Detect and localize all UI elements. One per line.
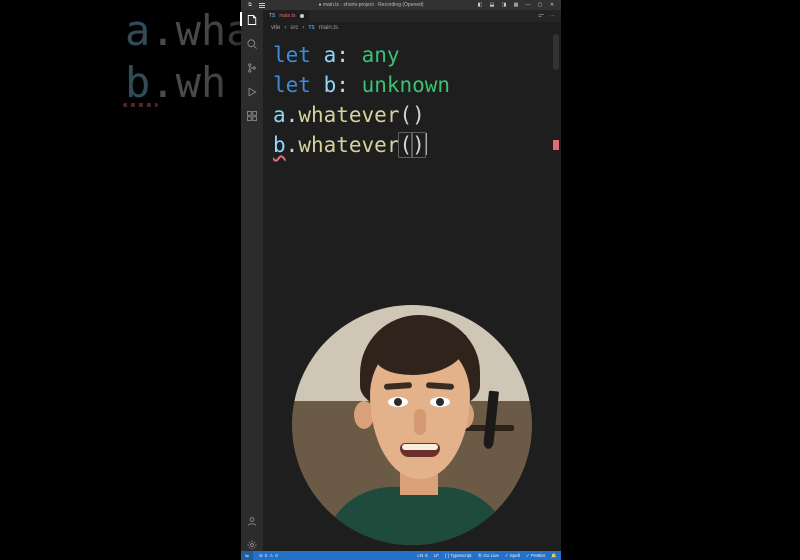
overview-ruler[interactable]	[553, 34, 559, 551]
maximize-icon[interactable]: ▢	[537, 2, 543, 8]
settings-gear-icon[interactable]	[246, 539, 258, 551]
vscode-logo-icon: ⧉	[247, 2, 253, 8]
status-problems[interactable]: ⊘0 ⚠0	[259, 553, 278, 559]
minimize-icon[interactable]: —	[525, 2, 531, 8]
status-prettier[interactable]: ✓ Prettier	[526, 553, 546, 559]
tab-filename: main.ts	[279, 13, 295, 19]
run-debug-icon[interactable]	[246, 86, 258, 98]
explorer-icon[interactable]	[246, 14, 258, 26]
window-title: ● main.ts · shorts-project · Recording (…	[273, 2, 469, 8]
status-line[interactable]: LN 8	[417, 553, 427, 559]
status-bar: ⇋ ⊘0 ⚠0 LN 8 LF { } TypeScript ⦿ Go Live…	[241, 551, 561, 560]
error-count-icon: ⊘	[259, 553, 263, 559]
layout-left-icon[interactable]: ◧	[477, 2, 483, 8]
menu-button[interactable]	[259, 3, 265, 8]
status-go-live[interactable]: ⦿ Go Live	[478, 553, 499, 559]
layout-grid-icon[interactable]: ▦	[513, 2, 519, 8]
extensions-icon[interactable]	[246, 110, 258, 122]
status-language[interactable]: { } TypeScript	[445, 553, 472, 559]
account-icon[interactable]	[246, 515, 258, 527]
scrollbar-thumb[interactable]	[553, 34, 559, 70]
text-cursor	[426, 133, 427, 155]
tab-main-ts[interactable]: TS main.ts	[263, 10, 310, 22]
layout-bottom-icon[interactable]: ⬓	[489, 2, 495, 8]
source-control-icon[interactable]	[246, 62, 258, 74]
close-icon[interactable]: ✕	[549, 2, 555, 8]
typescript-icon: TS	[308, 25, 314, 31]
vscode-window: ⧉ ● main.ts · shorts-project · Recording…	[241, 0, 561, 560]
status-spell[interactable]: ✓ Spell	[505, 553, 520, 559]
activity-bar	[241, 10, 263, 551]
webcam-overlay	[292, 305, 532, 545]
warning-count-icon: ⚠	[269, 553, 273, 559]
typescript-icon: TS	[269, 13, 275, 19]
error-token: b	[273, 133, 286, 157]
error-marker-icon[interactable]	[553, 140, 559, 150]
layout-right-icon[interactable]: ◨	[501, 2, 507, 8]
error-underline-bg	[123, 103, 158, 107]
unsaved-indicator-icon	[300, 14, 304, 18]
status-eol[interactable]: LF	[434, 553, 439, 559]
breadcrumb[interactable]: vite › src › TS main.ts	[263, 22, 561, 34]
editor-area: TS main.ts ⫍ ⋯ vite › src › TS main.ts	[263, 10, 561, 551]
search-icon[interactable]	[246, 38, 258, 50]
title-bar: ⧉ ● main.ts · shorts-project · Recording…	[241, 0, 561, 10]
tab-bar: TS main.ts ⫍ ⋯	[263, 10, 561, 22]
notifications-bell-icon[interactable]: 🔔	[551, 553, 557, 559]
split-editor-icon[interactable]: ⫍	[539, 13, 544, 19]
remote-indicator-icon[interactable]: ⇋	[241, 551, 253, 560]
more-actions-icon[interactable]: ⋯	[550, 13, 555, 19]
